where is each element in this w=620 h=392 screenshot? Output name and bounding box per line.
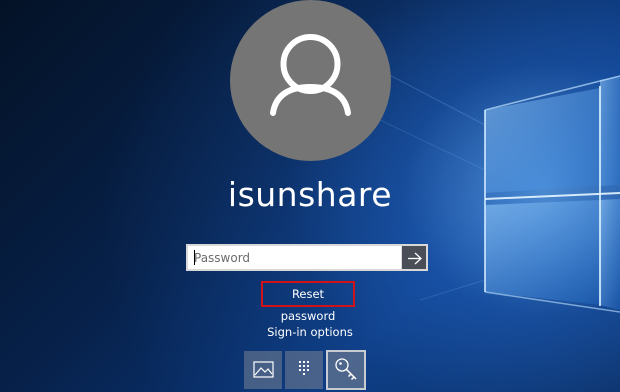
- key-icon: [335, 358, 357, 381]
- pin-keypad-icon: [299, 361, 309, 375]
- text-cursor: [194, 250, 195, 265]
- password-option-button[interactable]: [326, 350, 366, 390]
- pin-option-button[interactable]: [285, 351, 323, 389]
- sign-in-options-label[interactable]: Sign-in options: [0, 325, 620, 339]
- submit-arrow-button[interactable]: [401, 244, 428, 271]
- reset-password-link[interactable]: Reset password: [261, 281, 355, 323]
- user-name: isunshare: [227, 175, 393, 214]
- picture-password-option-button[interactable]: [244, 351, 282, 389]
- user-avatar: [230, 0, 391, 161]
- password-input[interactable]: [186, 244, 401, 271]
- arrow-right-icon: [408, 252, 422, 265]
- picture-icon: [253, 361, 274, 378]
- user-silhouette-icon: [270, 34, 351, 116]
